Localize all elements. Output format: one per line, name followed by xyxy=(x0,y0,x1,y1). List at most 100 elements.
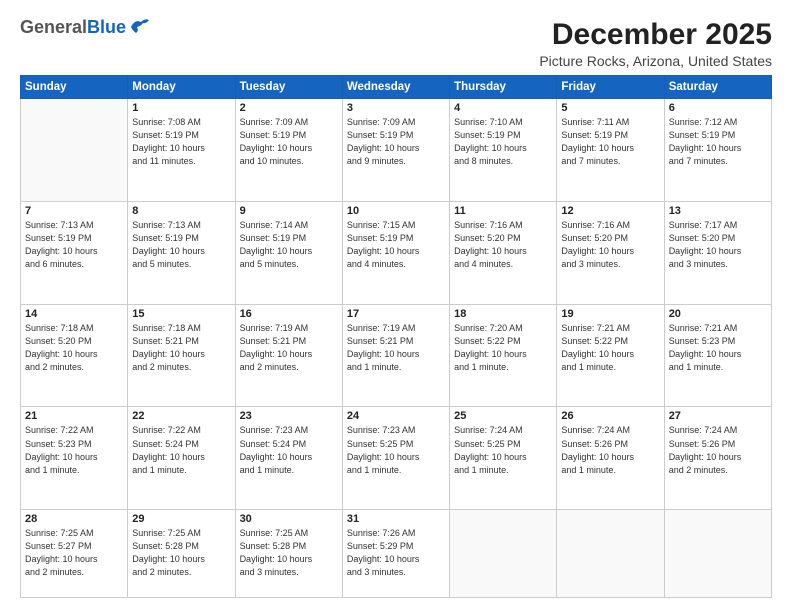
table-row: 5 Sunrise: 7:11 AMSunset: 5:19 PMDaylight… xyxy=(557,99,664,202)
logo: GeneralBlue xyxy=(20,18,151,38)
day-info: Sunrise: 7:13 AMSunset: 5:19 PMDaylight:… xyxy=(25,219,123,271)
day-number: 1 xyxy=(132,102,230,114)
day-number: 15 xyxy=(132,308,230,320)
day-number: 29 xyxy=(132,513,230,525)
day-info: Sunrise: 7:18 AMSunset: 5:21 PMDaylight:… xyxy=(132,322,230,374)
table-row: 18 Sunrise: 7:20 AMSunset: 5:22 PMDayligh… xyxy=(450,304,557,407)
day-info: Sunrise: 7:19 AMSunset: 5:21 PMDaylight:… xyxy=(240,322,338,374)
day-info: Sunrise: 7:16 AMSunset: 5:20 PMDaylight:… xyxy=(454,219,552,271)
day-info: Sunrise: 7:17 AMSunset: 5:20 PMDaylight:… xyxy=(669,219,767,271)
day-number: 3 xyxy=(347,102,445,114)
table-row: 30 Sunrise: 7:25 AMSunset: 5:28 PMDayligh… xyxy=(235,510,342,598)
day-number: 25 xyxy=(454,410,552,422)
table-row: 1 Sunrise: 7:08 AMSunset: 5:19 PMDaylight… xyxy=(128,99,235,202)
logo-bird-icon xyxy=(129,17,151,35)
day-number: 22 xyxy=(132,410,230,422)
col-thursday: Thursday xyxy=(450,76,557,99)
col-saturday: Saturday xyxy=(664,76,771,99)
table-row xyxy=(450,510,557,598)
day-number: 8 xyxy=(132,205,230,217)
day-info: Sunrise: 7:19 AMSunset: 5:21 PMDaylight:… xyxy=(347,322,445,374)
table-row: 16 Sunrise: 7:19 AMSunset: 5:21 PMDayligh… xyxy=(235,304,342,407)
day-info: Sunrise: 7:25 AMSunset: 5:28 PMDaylight:… xyxy=(240,527,338,579)
day-info: Sunrise: 7:13 AMSunset: 5:19 PMDaylight:… xyxy=(132,219,230,271)
table-row: 21 Sunrise: 7:22 AMSunset: 5:23 PMDayligh… xyxy=(21,407,128,510)
day-info: Sunrise: 7:08 AMSunset: 5:19 PMDaylight:… xyxy=(132,116,230,168)
day-number: 23 xyxy=(240,410,338,422)
day-number: 9 xyxy=(240,205,338,217)
day-info: Sunrise: 7:09 AMSunset: 5:19 PMDaylight:… xyxy=(347,116,445,168)
day-info: Sunrise: 7:22 AMSunset: 5:24 PMDaylight:… xyxy=(132,424,230,476)
day-number: 11 xyxy=(454,205,552,217)
day-number: 17 xyxy=(347,308,445,320)
day-number: 26 xyxy=(561,410,659,422)
day-info: Sunrise: 7:18 AMSunset: 5:20 PMDaylight:… xyxy=(25,322,123,374)
col-tuesday: Tuesday xyxy=(235,76,342,99)
day-info: Sunrise: 7:24 AMSunset: 5:26 PMDaylight:… xyxy=(561,424,659,476)
table-row: 23 Sunrise: 7:23 AMSunset: 5:24 PMDayligh… xyxy=(235,407,342,510)
day-number: 7 xyxy=(25,205,123,217)
day-number: 5 xyxy=(561,102,659,114)
table-row: 15 Sunrise: 7:18 AMSunset: 5:21 PMDayligh… xyxy=(128,304,235,407)
day-info: Sunrise: 7:15 AMSunset: 5:19 PMDaylight:… xyxy=(347,219,445,271)
table-row xyxy=(557,510,664,598)
day-number: 30 xyxy=(240,513,338,525)
day-number: 4 xyxy=(454,102,552,114)
page: GeneralBlue December 2025 Picture Rocks,… xyxy=(0,0,792,612)
day-number: 18 xyxy=(454,308,552,320)
col-monday: Monday xyxy=(128,76,235,99)
table-row: 17 Sunrise: 7:19 AMSunset: 5:21 PMDayligh… xyxy=(342,304,449,407)
table-row: 9 Sunrise: 7:14 AMSunset: 5:19 PMDaylight… xyxy=(235,201,342,304)
table-row: 31Sunrise: 7:26 AMSunset: 5:29 PMDayligh… xyxy=(342,510,449,598)
table-row: 28Sunrise: 7:25 AMSunset: 5:27 PMDayligh… xyxy=(21,510,128,598)
day-info: Sunrise: 7:22 AMSunset: 5:23 PMDaylight:… xyxy=(25,424,123,476)
day-number: 21 xyxy=(25,410,123,422)
table-row: 27Sunrise: 7:24 AMSunset: 5:26 PMDayligh… xyxy=(664,407,771,510)
table-row: 24Sunrise: 7:23 AMSunset: 5:25 PMDayligh… xyxy=(342,407,449,510)
header: GeneralBlue December 2025 Picture Rocks,… xyxy=(20,18,772,69)
day-number: 28 xyxy=(25,513,123,525)
table-row xyxy=(664,510,771,598)
table-row: 14 Sunrise: 7:18 AMSunset: 5:20 PMDayligh… xyxy=(21,304,128,407)
table-row: 3 Sunrise: 7:09 AMSunset: 5:19 PMDaylight… xyxy=(342,99,449,202)
day-number: 27 xyxy=(669,410,767,422)
day-number: 14 xyxy=(25,308,123,320)
table-row: 29 Sunrise: 7:25 AMSunset: 5:28 PMDayligh… xyxy=(128,510,235,598)
day-info: Sunrise: 7:14 AMSunset: 5:19 PMDaylight:… xyxy=(240,219,338,271)
day-info: Sunrise: 7:23 AMSunset: 5:24 PMDaylight:… xyxy=(240,424,338,476)
calendar-header-row: Sunday Monday Tuesday Wednesday Thursday… xyxy=(21,76,772,99)
table-row: 6 Sunrise: 7:12 AMSunset: 5:19 PMDaylight… xyxy=(664,99,771,202)
table-row: 11 Sunrise: 7:16 AMSunset: 5:20 PMDayligh… xyxy=(450,201,557,304)
day-info: Sunrise: 7:16 AMSunset: 5:20 PMDaylight:… xyxy=(561,219,659,271)
day-number: 13 xyxy=(669,205,767,217)
table-row: 4 Sunrise: 7:10 AMSunset: 5:19 PMDaylight… xyxy=(450,99,557,202)
day-number: 16 xyxy=(240,308,338,320)
col-friday: Friday xyxy=(557,76,664,99)
logo-general-text: General xyxy=(20,17,87,37)
day-info: Sunrise: 7:11 AMSunset: 5:19 PMDaylight:… xyxy=(561,116,659,168)
day-info: Sunrise: 7:24 AMSunset: 5:25 PMDaylight:… xyxy=(454,424,552,476)
calendar-table: Sunday Monday Tuesday Wednesday Thursday… xyxy=(20,75,772,598)
title-section: December 2025 Picture Rocks, Arizona, Un… xyxy=(539,18,772,69)
table-row: 12 Sunrise: 7:16 AMSunset: 5:20 PMDayligh… xyxy=(557,201,664,304)
table-row: 25 Sunrise: 7:24 AMSunset: 5:25 PMDayligh… xyxy=(450,407,557,510)
logo-blue-text: Blue xyxy=(87,17,126,37)
table-row: 8 Sunrise: 7:13 AMSunset: 5:19 PMDaylight… xyxy=(128,201,235,304)
day-number: 24 xyxy=(347,410,445,422)
day-info: Sunrise: 7:12 AMSunset: 5:19 PMDaylight:… xyxy=(669,116,767,168)
table-row: 2Sunrise: 7:09 AMSunset: 5:19 PMDaylight… xyxy=(235,99,342,202)
day-info: Sunrise: 7:25 AMSunset: 5:28 PMDaylight:… xyxy=(132,527,230,579)
month-title: December 2025 xyxy=(539,18,772,51)
day-info: Sunrise: 7:20 AMSunset: 5:22 PMDaylight:… xyxy=(454,322,552,374)
day-info: Sunrise: 7:10 AMSunset: 5:19 PMDaylight:… xyxy=(454,116,552,168)
table-row: 10 Sunrise: 7:15 AMSunset: 5:19 PMDayligh… xyxy=(342,201,449,304)
day-number: 19 xyxy=(561,308,659,320)
day-number: 6 xyxy=(669,102,767,114)
table-row: 22 Sunrise: 7:22 AMSunset: 5:24 PMDayligh… xyxy=(128,407,235,510)
col-wednesday: Wednesday xyxy=(342,76,449,99)
day-number: 10 xyxy=(347,205,445,217)
table-row: 13 Sunrise: 7:17 AMSunset: 5:20 PMDayligh… xyxy=(664,201,771,304)
table-row: 7 Sunrise: 7:13 AMSunset: 5:19 PMDaylight… xyxy=(21,201,128,304)
table-row: 20Sunrise: 7:21 AMSunset: 5:23 PMDayligh… xyxy=(664,304,771,407)
day-number: 12 xyxy=(561,205,659,217)
